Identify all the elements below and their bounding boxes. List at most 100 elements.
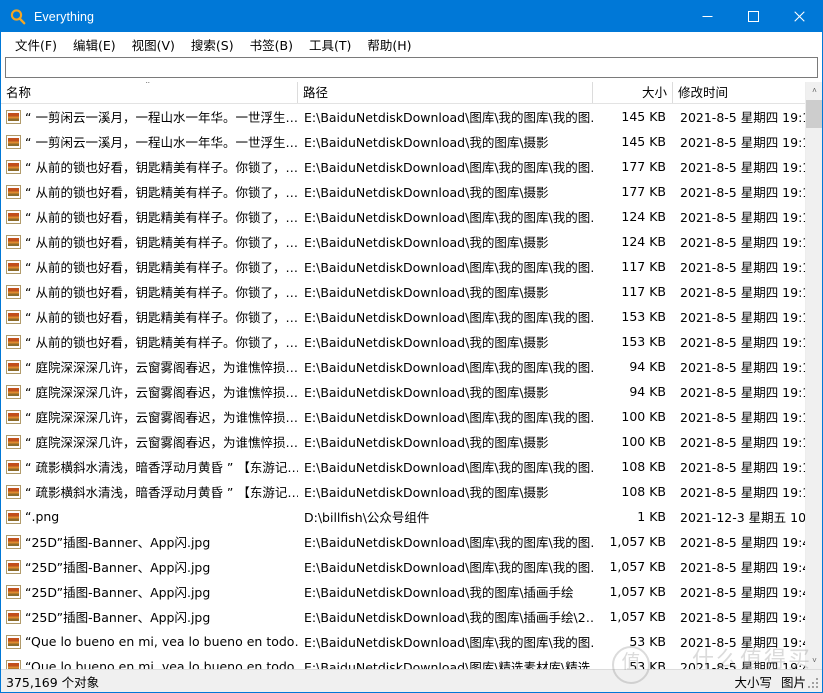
image-file-icon: [6, 484, 21, 499]
cell-date: 2021-8-5 星期四 19:10: [680, 310, 806, 325]
column-header-name[interactable]: 名称 ˄: [1, 82, 298, 103]
cell-name: “ 从前的锁也好看，钥匙精美有样子。你锁了，…: [1, 332, 298, 351]
column-header-date-label: 修改时间: [678, 85, 729, 100]
menu-bar: 文件(F) 编辑(E) 视图(V) 搜索(S) 书签(B) 工具(T) 帮助(H): [1, 32, 822, 57]
cell-size: 100 KB: [621, 434, 666, 449]
menu-help[interactable]: 帮助(H): [359, 32, 419, 57]
cell-date: 2021-8-5 星期四 19:10: [680, 460, 806, 475]
table-row[interactable]: “.png D:\billfish\公众号组件 1 KB 2021-12-3 星期五 …: [1, 504, 822, 529]
scrollbar-thumb[interactable]: [806, 100, 822, 128]
file-name: “ 疏影横斜水清浅，暗香浮动月黄昏 ” 【东游记…: [25, 485, 298, 500]
resize-grip[interactable]: [808, 678, 820, 690]
column-header-path[interactable]: 路径: [298, 82, 593, 103]
file-name: “ 庭院深深深几许，云窗雾阁春迟，为谁憔悴损…: [25, 410, 298, 425]
close-button[interactable]: [776, 1, 822, 32]
file-name: “25D”插图-Banner、App闪.jpg: [25, 560, 211, 575]
image-file-icon: [6, 584, 21, 599]
table-row[interactable]: “ 疏影横斜水清浅，暗香浮动月黄昏 ” 【东游记… E:\BaiduNetdisk…: [1, 479, 822, 504]
column-header-size[interactable]: 大小: [593, 82, 673, 103]
minimize-button[interactable]: [684, 1, 730, 32]
cell-size: 1,057 KB: [609, 534, 666, 549]
table-row[interactable]: “ 从前的锁也好看，钥匙精美有样子。你锁了，… E:\BaiduNetdiskDo…: [1, 179, 822, 204]
menu-tools[interactable]: 工具(T): [301, 32, 359, 57]
table-row[interactable]: “ 从前的锁也好看，钥匙精美有样子。你锁了，… E:\BaiduNetdiskDo…: [1, 204, 822, 229]
table-row[interactable]: “25D”插图-Banner、App闪.jpg E:\BaiduNetdiskDo…: [1, 579, 822, 604]
cell-path: E:\BaiduNetdiskDownload\图库\我的图库\我的图…: [304, 360, 593, 375]
menu-file[interactable]: 文件(F): [7, 32, 65, 57]
cell-size: 1,057 KB: [609, 584, 666, 599]
cell-size: 108 KB: [621, 459, 666, 474]
file-name: “25D”插图-Banner、App闪.jpg: [25, 585, 211, 600]
table-row[interactable]: “ 从前的锁也好看，钥匙精美有样子。你锁了，… E:\BaiduNetdiskDo…: [1, 279, 822, 304]
cell-date: 2021-8-5 星期四 19:10: [680, 410, 806, 425]
cell-size: 53 KB: [629, 659, 666, 669]
table-row[interactable]: “ 从前的锁也好看，钥匙精美有样子。你锁了，… E:\BaiduNetdiskDo…: [1, 254, 822, 279]
cell-name: “ 从前的锁也好看，钥匙精美有样子。你锁了，…: [1, 282, 298, 301]
cell-name: “ 庭院深深深几许，云窗雾阁春迟，为谁憔悴损…: [1, 357, 298, 376]
table-row[interactable]: “25D”插图-Banner、App闪.jpg E:\BaiduNetdiskDo…: [1, 554, 822, 579]
cell-name: “25D”插图-Banner、App闪.jpg: [1, 557, 298, 576]
file-name: “ 从前的锁也好看，钥匙精美有样子。你锁了，…: [25, 185, 298, 200]
image-file-icon: [6, 434, 21, 449]
cell-size: 153 KB: [621, 309, 666, 324]
cell-path: E:\BaiduNetdiskDownload\我的图库\摄影: [304, 385, 549, 400]
table-row[interactable]: “25D”插图-Banner、App闪.jpg E:\BaiduNetdiskDo…: [1, 529, 822, 554]
cell-path: E:\BaiduNetdiskDownload\我的图库\摄影: [304, 435, 549, 450]
table-row[interactable]: “ 庭院深深深几许，云窗雾阁春迟，为谁憔悴损… E:\BaiduNetdiskDo…: [1, 354, 822, 379]
scroll-up-button[interactable]: ˄: [806, 82, 822, 99]
cell-path: E:\BaiduNetdiskDownload\我的图库\摄影: [304, 335, 549, 350]
cell-size: 100 KB: [621, 409, 666, 424]
maximize-button[interactable]: [730, 1, 776, 32]
table-row[interactable]: “ 从前的锁也好看，钥匙精美有样子。你锁了，… E:\BaiduNetdiskDo…: [1, 229, 822, 254]
table-row[interactable]: “ 一剪闲云一溪月，一程山水一年华。一世浮生… E:\BaiduNetdiskDo…: [1, 129, 822, 154]
search-input[interactable]: [6, 59, 817, 76]
menu-edit[interactable]: 编辑(E): [65, 32, 124, 57]
image-file-icon: [6, 409, 21, 424]
table-row[interactable]: “25D”插图-Banner、App闪.jpg E:\BaiduNetdiskDo…: [1, 604, 822, 629]
cell-size: 145 KB: [621, 134, 666, 149]
cell-path: E:\BaiduNetdiskDownload\图库\我的图库\我的图…: [304, 310, 593, 325]
table-row[interactable]: “ 从前的锁也好看，钥匙精美有样子。你锁了，… E:\BaiduNetdiskDo…: [1, 304, 822, 329]
table-row[interactable]: “ 庭院深深深几许，云窗雾阁春迟，为谁憔悴损… E:\BaiduNetdiskDo…: [1, 404, 822, 429]
table-row[interactable]: “ 庭院深深深几许，云窗雾阁春迟，为谁憔悴损… E:\BaiduNetdiskDo…: [1, 429, 822, 454]
table-row[interactable]: “Que lo bueno en mi, vea lo bueno en tod…: [1, 629, 822, 654]
file-name: “ 从前的锁也好看，钥匙精美有样子。你锁了，…: [25, 310, 298, 325]
table-row[interactable]: “ 庭院深深深几许，云窗雾阁春迟，为谁憔悴损… E:\BaiduNetdiskDo…: [1, 379, 822, 404]
column-header-date[interactable]: 修改时间: [673, 82, 806, 103]
table-row[interactable]: “ 一剪闲云一溪月，一程山水一年华。一世浮生… E:\BaiduNetdiskDo…: [1, 104, 822, 129]
window-controls: [684, 1, 822, 32]
image-file-icon: [6, 209, 21, 224]
vertical-scrollbar[interactable]: ˄ ˅: [805, 82, 822, 669]
menu-search[interactable]: 搜索(S): [183, 32, 242, 57]
cell-path: E:\BaiduNetdiskDownload\图库\精选素材库\精选…: [304, 660, 593, 669]
cell-date: 2021-8-5 星期四 19:45: [680, 660, 806, 669]
menu-view[interactable]: 视图(V): [124, 32, 183, 57]
table-row[interactable]: “ 从前的锁也好看，钥匙精美有样子。你锁了，… E:\BaiduNetdiskDo…: [1, 329, 822, 354]
image-file-icon: [6, 334, 21, 349]
cell-date: 2021-8-5 星期四 19:47: [680, 560, 806, 575]
table-row[interactable]: “ 疏影横斜水清浅，暗香浮动月黄昏 ” 【东游记… E:\BaiduNetdisk…: [1, 454, 822, 479]
case-sensitivity-status[interactable]: 大小写: [734, 672, 772, 691]
cell-name: “25D”插图-Banner、App闪.jpg: [1, 582, 298, 601]
file-name: “ 从前的锁也好看，钥匙精美有样子。你锁了，…: [25, 210, 298, 225]
cell-name: “25D”插图-Banner、App闪.jpg: [1, 607, 298, 626]
cell-path: E:\BaiduNetdiskDownload\我的图库\摄影: [304, 235, 549, 250]
scroll-down-button[interactable]: ˅: [806, 652, 822, 669]
cell-path: E:\BaiduNetdiskDownload\图库\我的图库\我的图…: [304, 635, 593, 650]
scrollbar-track[interactable]: [806, 99, 822, 652]
cell-path: E:\BaiduNetdiskDownload\我的图库\插画手绘: [304, 585, 574, 600]
cell-size: 1,057 KB: [609, 559, 666, 574]
window-title: Everything: [34, 9, 95, 24]
table-row[interactable]: “Que lo bueno en mi, vea lo bueno en tod…: [1, 654, 822, 669]
cell-size: 1 KB: [637, 509, 666, 524]
cell-date: 2021-8-5 星期四 19:10: [680, 435, 806, 450]
search-box[interactable]: [5, 57, 818, 78]
cell-path: E:\BaiduNetdiskDownload\图库\我的图库\我的图…: [304, 260, 593, 275]
cell-path: E:\BaiduNetdiskDownload\我的图库\摄影: [304, 135, 549, 150]
cell-path: E:\BaiduNetdiskDownload\我的图库\插画手绘\2…: [304, 610, 593, 625]
file-name: “ 疏影横斜水清浅，暗香浮动月黄昏 ” 【东游记…: [25, 460, 298, 475]
filter-status[interactable]: 图片: [781, 672, 806, 691]
menu-bookmarks[interactable]: 书签(B): [242, 32, 301, 57]
table-row[interactable]: “ 从前的锁也好看，钥匙精美有样子。你锁了，… E:\BaiduNetdiskDo…: [1, 154, 822, 179]
cell-size: 177 KB: [621, 184, 666, 199]
